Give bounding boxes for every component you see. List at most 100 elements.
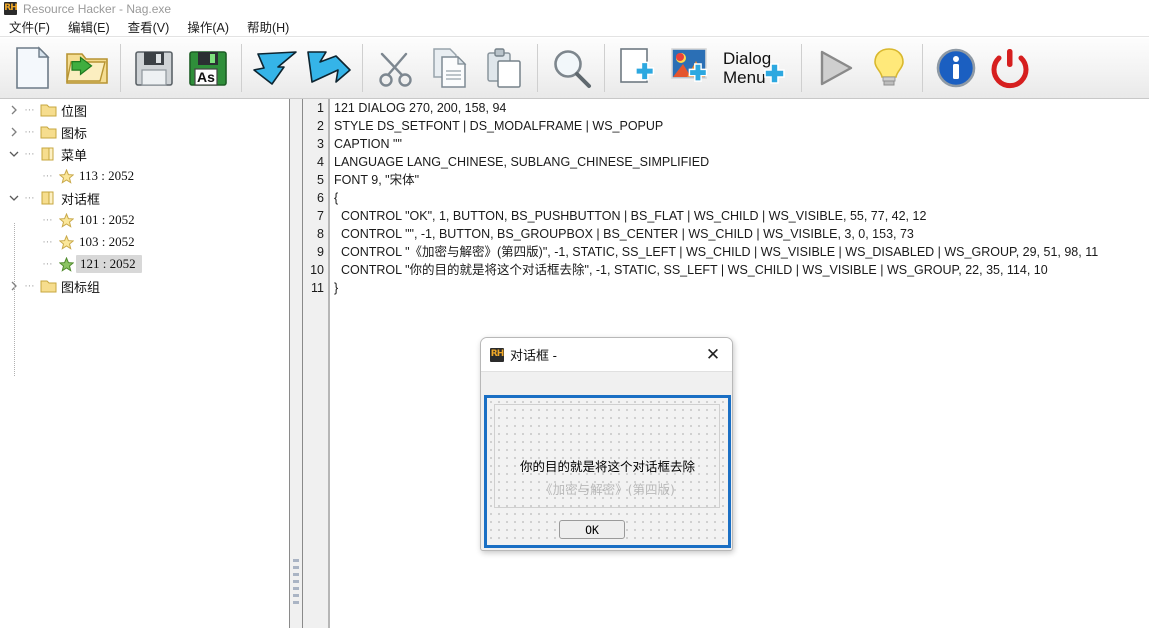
chevron-down-icon[interactable] [6,190,22,206]
menu-action[interactable]: 操作(A) [178,17,238,36]
line-number: 9 [317,245,324,259]
tree-item-icon-group[interactable]: ⋯ 图标组 [0,275,289,297]
line-number: 2 [317,119,324,133]
replace-resource-button[interactable] [248,42,302,94]
tree-dash-icon: ⋯ [42,236,54,248]
about-button[interactable] [929,42,983,94]
tree-dash-icon: ⋯ [42,170,54,182]
line-number: 4 [317,155,324,169]
dialog-preview-window[interactable]: RH 对话框 - ✕ 你的目的就是将这个对话框去除 《加密与解密》(第四版) O… [480,337,735,553]
folder-closed-icon [38,278,58,294]
tree-dash-icon: ⋯ [42,258,54,270]
cut-button[interactable] [369,42,423,94]
panel-splitter[interactable] [289,99,303,628]
window-title: Resource Hacker - Nag.exe [23,1,172,16]
tree-item-label: 101 : 2052 [79,212,135,227]
code-line: FONT 9, "宋体" [334,173,420,187]
folder-open-icon [38,146,58,162]
menu-bar: 文件(F) 编辑(E) 查看(V) 操作(A) 帮助(H) [0,17,1149,37]
copy-button[interactable] [423,42,477,94]
arrow-in-icon [253,51,297,85]
add-dialog-menu-button[interactable]: Dialog Menu [719,42,795,94]
tree-connector [14,223,15,245]
folder-open-icon [38,190,58,206]
tree-item-bitmap[interactable]: ⋯ 位图 [0,99,289,121]
code-line: CONTROL "OK", 1, BUTTON, BS_PUSHBUTTON |… [334,209,927,223]
line-number: 8 [317,227,324,241]
tree-dash-icon: ⋯ [24,148,36,160]
line-number: 11 [311,281,324,295]
save-as-button[interactable]: As [181,42,235,94]
tree-item-menu-113[interactable]: ⋯ 113 : 2052 [0,165,289,187]
code-line: } [334,281,339,295]
tree-item-dialog[interactable]: ⋯ 对话框 [0,187,289,209]
hints-button[interactable] [862,42,916,94]
svg-text:Menu: Menu [723,68,766,87]
add-image-button[interactable] [665,42,719,94]
tree-connector [14,245,15,267]
tree-dash-icon: ⋯ [24,126,36,138]
toolbar-group-file [0,42,120,94]
tree-dash-icon: ⋯ [24,192,36,204]
line-number: 3 [317,137,324,151]
dialog-preview-title-bar: RH 对话框 - ✕ [481,338,732,371]
tree-item-dialog-121[interactable]: ⋯ 121 : 2052 [0,253,289,275]
splitter-grip[interactable] [293,559,299,605]
resource-hacker-window: RH Resource Hacker - Nag.exe 文件(F) 编辑(E)… [0,0,1149,628]
run-play-icon [820,50,853,86]
tree-item-menu[interactable]: ⋯ 菜单 [0,143,289,165]
chevron-right-icon[interactable] [6,124,22,140]
menu-edit[interactable]: 编辑(E) [59,17,119,36]
open-file-button[interactable] [60,42,114,94]
toolbar-group-misc [923,42,1043,94]
save-button[interactable] [127,42,181,94]
dialog-preview-frame: RH 对话框 - ✕ 你的目的就是将这个对话框去除 《加密与解密》(第四版) O… [480,337,733,551]
star-green-icon [56,256,76,272]
close-icon[interactable]: ✕ [700,342,726,368]
star-yellow-icon [56,168,76,184]
tree-item-label: 121 : 2052 [76,255,142,273]
tree-connector [14,289,15,355]
code-line: LANGUAGE LANG_CHINESE, SUBLANG_CHINESE_S… [334,155,710,169]
compile-button[interactable] [808,42,862,94]
cut-scissors-icon [379,52,412,87]
tree-item-icon[interactable]: ⋯ 图标 [0,121,289,143]
svg-text:As: As [197,69,215,85]
chevron-down-icon[interactable] [6,146,22,162]
arrow-out-icon [307,51,351,83]
lightbulb-icon [874,48,904,86]
tree-item-dialog-101[interactable]: ⋯ 101 : 2052 [0,209,289,231]
info-icon [936,48,976,88]
tree-item-label: 113 : 2052 [79,168,135,183]
new-file-button[interactable] [6,42,60,94]
paste-button[interactable] [477,42,531,94]
save-resource-button[interactable] [302,42,356,94]
code-area[interactable]: 121 DIALOG 270, 200, 158, 94 STYLE DS_SE… [334,99,1149,628]
dialog-static-disabled: 《加密与解密》(第四版) [540,482,675,497]
dialog-static-main: 你的目的就是将这个对话框去除 [519,459,695,474]
dialog-preview-client-area[interactable]: 你的目的就是将这个对话框去除 《加密与解密》(第四版) OK [484,395,731,548]
folder-closed-icon [38,102,58,118]
resource-tree[interactable]: ⋯ 位图 ⋯ 图标 ⋯ 菜单 ⋯ 113: 2052 ⋯ 对话框 ⋯ 101 … [0,99,289,628]
add-resource-button[interactable] [611,42,665,94]
tree-connector [14,267,15,289]
menu-help[interactable]: 帮助(H) [238,17,298,36]
tree-item-dialog-103[interactable]: ⋯ 103 : 2052 [0,231,289,253]
exit-button[interactable] [983,42,1037,94]
rh-app-icon: RH [4,2,18,15]
line-number: 7 [317,209,324,223]
find-magnifier-icon [554,50,591,88]
toolbar-group-find [538,42,604,94]
toolbar-group-clipboard [363,42,537,94]
tree-item-label: 位图 [61,103,88,119]
find-button[interactable] [544,42,598,94]
save-icon [135,51,173,86]
chevron-right-icon[interactable] [6,102,22,118]
code-line: CONTROL "《加密与解密》(第四版)", -1, STATIC, SS_L… [334,245,1099,259]
tree-item-label: 103 : 2052 [79,234,135,249]
toolbar-group-save: As [121,42,241,94]
code-line: CONTROL "", -1, BUTTON, BS_GROUPBOX | BS… [334,227,914,241]
menu-file[interactable]: 文件(F) [0,17,59,36]
dialog-ok-button[interactable]: OK [559,520,625,539]
menu-view[interactable]: 查看(V) [119,17,179,36]
